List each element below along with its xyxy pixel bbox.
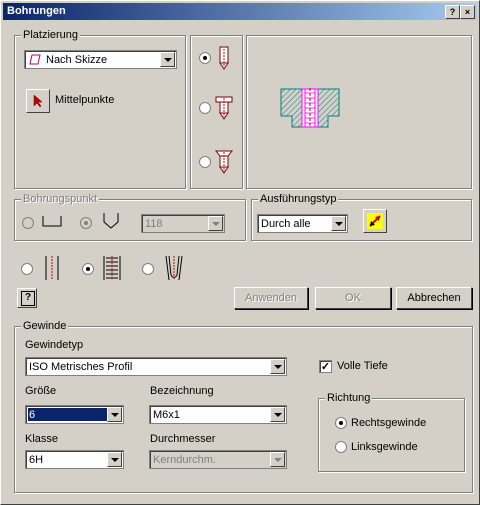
flip-direction-icon: [367, 213, 383, 236]
chevron-down-icon[interactable]: [270, 452, 285, 467]
richtung-legend: Richtung: [325, 392, 373, 404]
hole-preview-image: [280, 88, 340, 131]
volle-tiefe-checkbox[interactable]: ✓: [319, 360, 332, 373]
groesse-value: 6: [29, 409, 36, 421]
chevron-down-icon[interactable]: [160, 52, 175, 67]
apply-button[interactable]: Anwenden: [234, 287, 308, 309]
radio-taper-tapped-hole[interactable]: [142, 263, 154, 275]
arrow-cursor-icon: [32, 94, 44, 115]
radio-drilled-hole[interactable]: [21, 263, 33, 275]
drilled-hole-icon: [41, 255, 63, 284]
ausfuehrungstyp-value: Durch alle: [261, 218, 311, 230]
durchmesser-dropdown[interactable]: Kerndurchm.: [149, 450, 287, 469]
ausfuehrungstyp-dropdown[interactable]: Durch alle: [257, 214, 348, 233]
sketch-icon: [29, 54, 41, 65]
klasse-label: Klasse: [25, 433, 59, 445]
platzierung-dropdown[interactable]: Nach Skizze: [24, 50, 177, 69]
tapped-hole-icon: [101, 255, 123, 284]
groesse-label: Größe: [25, 385, 57, 397]
cancel-button[interactable]: Abbrechen: [396, 287, 472, 309]
flip-direction-button[interactable]: [363, 209, 387, 233]
klasse-value: 6H: [29, 454, 44, 466]
ok-button[interactable]: OK: [315, 287, 391, 309]
taper-tapped-hole-icon: [163, 255, 185, 284]
bezeichnung-dropdown[interactable]: M6x1: [149, 405, 287, 424]
radio-angle-point[interactable]: [80, 217, 92, 229]
radio-countersink-hole[interactable]: [199, 156, 211, 168]
angle-input[interactable]: 118: [141, 214, 225, 233]
radio-rechtsgewinde[interactable]: [335, 417, 347, 429]
counterbore-hole-icon: [214, 95, 234, 124]
help-button[interactable]: ?: [17, 288, 37, 308]
chevron-down-icon[interactable]: [107, 452, 122, 467]
help-title-button[interactable]: ?: [445, 5, 460, 19]
chevron-right-icon[interactable]: [208, 216, 223, 231]
radio-counterbore-hole[interactable]: [199, 102, 211, 114]
angle-value: 118: [145, 218, 163, 230]
bezeichnung-label: Bezeichnung: [150, 385, 214, 397]
chevron-down-icon[interactable]: [107, 407, 122, 422]
chevron-down-icon[interactable]: [270, 407, 285, 422]
question-icon: ?: [21, 291, 35, 306]
rechtsgewinde-label: Rechtsgewinde: [351, 417, 427, 429]
volle-tiefe-label: Volle Tiefe: [337, 360, 388, 372]
platzierung-legend: Platzierung: [21, 29, 81, 41]
simple-hole-icon: [217, 45, 231, 74]
chevron-down-icon[interactable]: [331, 216, 346, 231]
bohrungspunkt-legend: Bohrungspunkt: [21, 193, 99, 205]
durchmesser-label: Durchmesser: [150, 433, 216, 445]
durchmesser-value: Kerndurchm.: [153, 454, 216, 466]
gewindetyp-value: ISO Metrisches Profil: [29, 361, 133, 373]
radio-linksgewinde[interactable]: [335, 441, 347, 453]
chevron-down-icon[interactable]: [270, 359, 285, 374]
gewindetyp-dropdown[interactable]: ISO Metrisches Profil: [25, 357, 287, 376]
mittelpunkte-select-button[interactable]: [26, 89, 50, 113]
flat-point-icon: [40, 214, 64, 231]
countersink-hole-icon: [214, 149, 234, 178]
close-button[interactable]: ×: [460, 5, 475, 19]
groesse-dropdown[interactable]: 6: [25, 405, 124, 424]
radio-simple-hole[interactable]: [199, 52, 211, 64]
selection-highlight: [28, 408, 107, 421]
radio-flat-point[interactable]: [22, 217, 34, 229]
klasse-dropdown[interactable]: 6H: [25, 450, 124, 469]
gewinde-legend: Gewinde: [21, 320, 69, 332]
ausfuehrungstyp-legend: Ausführungstyp: [258, 193, 339, 205]
angle-point-icon: [101, 212, 121, 233]
window-title: Bohrungen: [7, 5, 66, 17]
gewindetyp-label: Gewindetyp: [25, 339, 84, 351]
linksgewinde-label: Linksgewinde: [351, 441, 418, 453]
title-bar[interactable]: Bohrungen ? ×: [3, 3, 477, 20]
radio-tapped-hole[interactable]: [82, 263, 94, 275]
richtung-group: Richtung: [318, 392, 465, 472]
mittelpunkte-label: Mittelpunkte: [55, 94, 115, 106]
dialog-window: Bohrungen ? × Platzierung Nach Skizze Mi…: [0, 0, 480, 505]
bezeichnung-value: M6x1: [153, 409, 180, 421]
platzierung-value: Nach Skizze: [46, 54, 108, 66]
